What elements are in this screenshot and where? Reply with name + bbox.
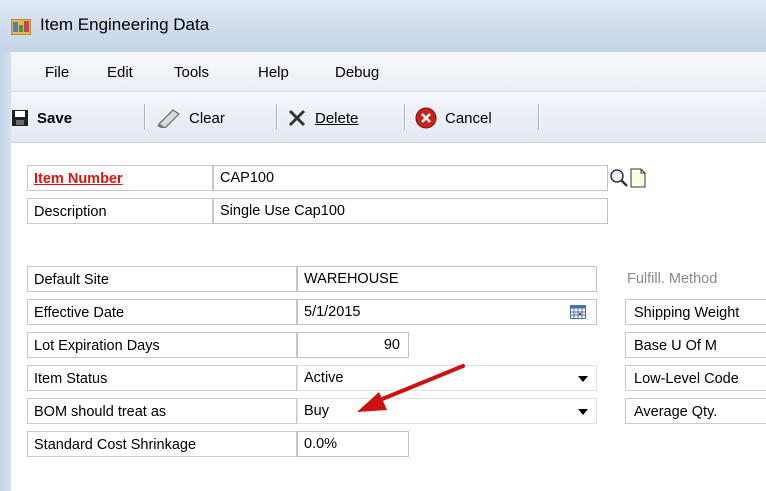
effective-date-label: Effective Date [27,299,297,325]
std-cost-shrink-field[interactable]: 0.0% [297,431,409,457]
app-icon [11,19,31,35]
low-level-code-label: Low-Level Code [625,365,766,391]
menu-bar: File Edit Tools Help Debug [11,52,766,92]
cancel-icon [415,107,437,129]
clear-button[interactable]: Clear [155,103,225,133]
lookup-icon[interactable] [609,168,629,188]
item-number-label-cell[interactable]: Item Number [27,165,213,191]
lot-expiration-field[interactable]: 90 [297,332,409,358]
toolbar-separator [538,104,539,130]
delete-label: Delete [315,109,359,127]
fulfill-method-label: Fulfill. Method [627,271,718,287]
menu-tools[interactable]: Tools [174,64,209,81]
annotation-arrow [357,364,465,412]
clear-icon [157,109,180,128]
dropdown-icon[interactable] [578,409,588,415]
base-uofm-label: Base U Of M [625,332,766,358]
cancel-button[interactable]: Cancel [415,103,492,133]
effective-date-value: 5/1/2015 [304,304,361,320]
effective-date-field[interactable]: 5/1/2015 [297,299,597,325]
calendar-icon[interactable] [570,305,586,319]
cancel-label: Cancel [445,109,492,127]
window-title: Item Engineering Data [40,15,210,34]
bom-treat-value: Buy [304,403,329,419]
toolbar: Save Clear Delete Cancel [11,93,766,143]
clear-label: Clear [189,109,225,127]
menu-file[interactable]: File [45,64,69,81]
item-number-field[interactable]: CAP100 [213,165,608,191]
shipping-weight-label: Shipping Weight [625,299,766,325]
item-status-label: Item Status [27,365,297,391]
save-label: Save [37,109,73,127]
title-bar: Item Engineering Data [0,0,766,52]
menu-debug[interactable]: Debug [335,64,379,81]
save-icon [12,110,28,126]
default-site-label: Default Site [27,266,297,292]
description-label: Description [27,198,213,224]
toolbar-separator [144,104,145,130]
std-cost-shrink-label: Standard Cost Shrinkage [27,431,297,457]
window-frame [0,52,11,491]
save-button[interactable]: Save [11,103,72,133]
delete-button[interactable]: Delete [287,103,358,133]
item-number-label[interactable]: Item Number [34,171,123,187]
default-site-field[interactable]: WAREHOUSE [297,266,597,292]
bom-treat-label: BOM should treat as [27,398,297,424]
description-field[interactable]: Single Use Cap100 [213,198,608,224]
dropdown-icon[interactable] [578,376,588,382]
note-icon[interactable] [630,168,646,188]
item-status-value: Active [304,370,344,386]
lot-expiration-label: Lot Expiration Days [27,332,297,358]
toolbar-separator [276,104,277,130]
average-qty-label: Average Qty. [625,398,766,424]
toolbar-separator [404,104,405,130]
item-engineering-form: Item Number CAP100 Description Single Us… [11,144,766,491]
menu-edit[interactable]: Edit [107,64,133,81]
delete-icon [288,109,306,127]
menu-help[interactable]: Help [258,64,289,81]
